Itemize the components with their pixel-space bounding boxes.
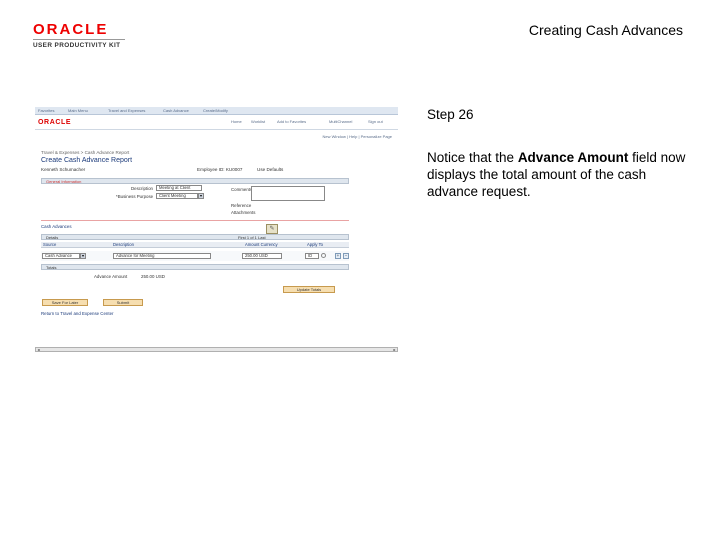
logo-brand: ORACLE xyxy=(33,21,109,38)
totals-label: Totals xyxy=(46,265,57,270)
general-info-label: General Information xyxy=(46,179,82,184)
chevron-down-icon[interactable]: ▾ xyxy=(80,253,86,259)
details-grid-bar: Details First 1 of 1 Last xyxy=(41,234,349,240)
advance-amount-label: Advance Amount xyxy=(94,274,128,279)
delete-row-icon[interactable]: − xyxy=(343,253,349,259)
row-apply-field[interactable]: ID xyxy=(305,253,319,259)
advance-amount-value: 250.00 USD xyxy=(141,274,165,279)
breadcrumb: Travel & Expenses > Cash Advance Report xyxy=(41,150,130,155)
add-row-icon[interactable]: + xyxy=(335,253,341,259)
app-screenshot: Favorites Main Menu Travel and Expenses … xyxy=(35,103,398,353)
return-link[interactable]: Return to Travel and Expense Center xyxy=(41,311,114,316)
grid-column-header: Source Description Amount Currency Apply… xyxy=(41,242,349,248)
header-link-favorites[interactable]: Add to Favorites xyxy=(277,119,306,124)
row-description-field[interactable]: Advance for Meeting xyxy=(113,253,211,259)
horizontal-scrollbar[interactable]: ◂ ▸ xyxy=(35,347,398,352)
nav-cash-advance[interactable]: Cash Advance xyxy=(163,108,189,113)
reference-label: Reference xyxy=(231,203,252,208)
attachment-icon[interactable]: ✎ xyxy=(266,224,278,234)
scroll-right-icon[interactable]: ▸ xyxy=(392,348,397,352)
nav-create-modify[interactable]: Create/Modify xyxy=(203,108,228,113)
col-source[interactable]: Source xyxy=(43,242,56,247)
step-label: Step 26 xyxy=(427,107,474,122)
comments-label: Comments xyxy=(231,187,253,192)
section-divider xyxy=(41,220,349,221)
col-apply-to[interactable]: Apply To xyxy=(307,242,323,247)
general-info-section[interactable]: General Information xyxy=(41,178,349,184)
app-brand: ORACLE xyxy=(38,119,72,126)
col-amount[interactable]: Amount Currency xyxy=(245,242,278,247)
header-link-worklist[interactable]: Worklist xyxy=(251,119,265,124)
instruction-text-before: Notice that the xyxy=(427,150,518,165)
logo-subtitle: USER PRODUCTIVITY KIT xyxy=(33,39,125,49)
totals-section: Totals xyxy=(41,264,349,270)
chevron-down-icon[interactable]: ▾ xyxy=(198,193,204,199)
business-purpose-select[interactable]: Client Meeting xyxy=(156,193,198,199)
use-defaults-link[interactable]: Use Defaults xyxy=(257,167,283,172)
grid-navigation[interactable]: First 1 of 1 Last xyxy=(238,235,266,240)
update-totals-button[interactable]: Update Totals xyxy=(283,286,335,293)
brand-bar: ORACLE Home Worklist Add to Favorites Mu… xyxy=(35,116,398,130)
save-for-later-button[interactable]: Save For Later xyxy=(42,299,88,306)
employee-name: Kenneth Schumacher xyxy=(41,167,86,172)
nav-main-menu[interactable]: Main Menu xyxy=(68,108,88,113)
header-link-home[interactable]: Home xyxy=(231,119,242,124)
page-title: Create Cash Advance Report xyxy=(41,157,133,164)
nav-travel-expenses[interactable]: Travel and Expenses xyxy=(108,108,145,113)
document-title: Creating Cash Advances xyxy=(528,22,683,38)
row-source-select[interactable]: Cash Advance xyxy=(42,253,80,259)
new-window-links[interactable]: New Window | Help | Personalize Page xyxy=(323,134,392,139)
scroll-left-icon[interactable]: ◂ xyxy=(36,348,41,352)
header-link-signout[interactable]: Sign out xyxy=(368,119,383,124)
comments-field[interactable] xyxy=(251,186,325,201)
oracle-upk-logo: ORACLE USER PRODUCTIVITY KIT xyxy=(33,22,125,49)
header-link-multichannel[interactable]: MultiChannel xyxy=(329,119,352,124)
search-icon[interactable] xyxy=(321,253,326,258)
cash-advances-section-label: Cash Advances xyxy=(41,224,72,229)
col-description[interactable]: Description xyxy=(113,242,134,247)
instruction-highlight: Advance Amount xyxy=(517,150,629,165)
top-navigation: Favorites Main Menu Travel and Expenses … xyxy=(35,107,398,115)
description-field[interactable]: Meeting at Client xyxy=(156,185,202,191)
details-label: Details xyxy=(46,235,59,240)
row-amount-field[interactable]: 250.00 USD xyxy=(242,253,282,259)
employee-id: Employee ID: KU0007 xyxy=(197,167,243,172)
business-purpose-label: *Business Purpose xyxy=(116,194,154,199)
nav-favorites[interactable]: Favorites xyxy=(38,108,54,113)
submit-button[interactable]: Submit xyxy=(103,299,143,306)
description-label: Description xyxy=(131,186,153,191)
instruction-text: Notice that the Advance Amount field now… xyxy=(427,149,692,200)
attachments-link[interactable]: Attachments xyxy=(231,210,255,215)
